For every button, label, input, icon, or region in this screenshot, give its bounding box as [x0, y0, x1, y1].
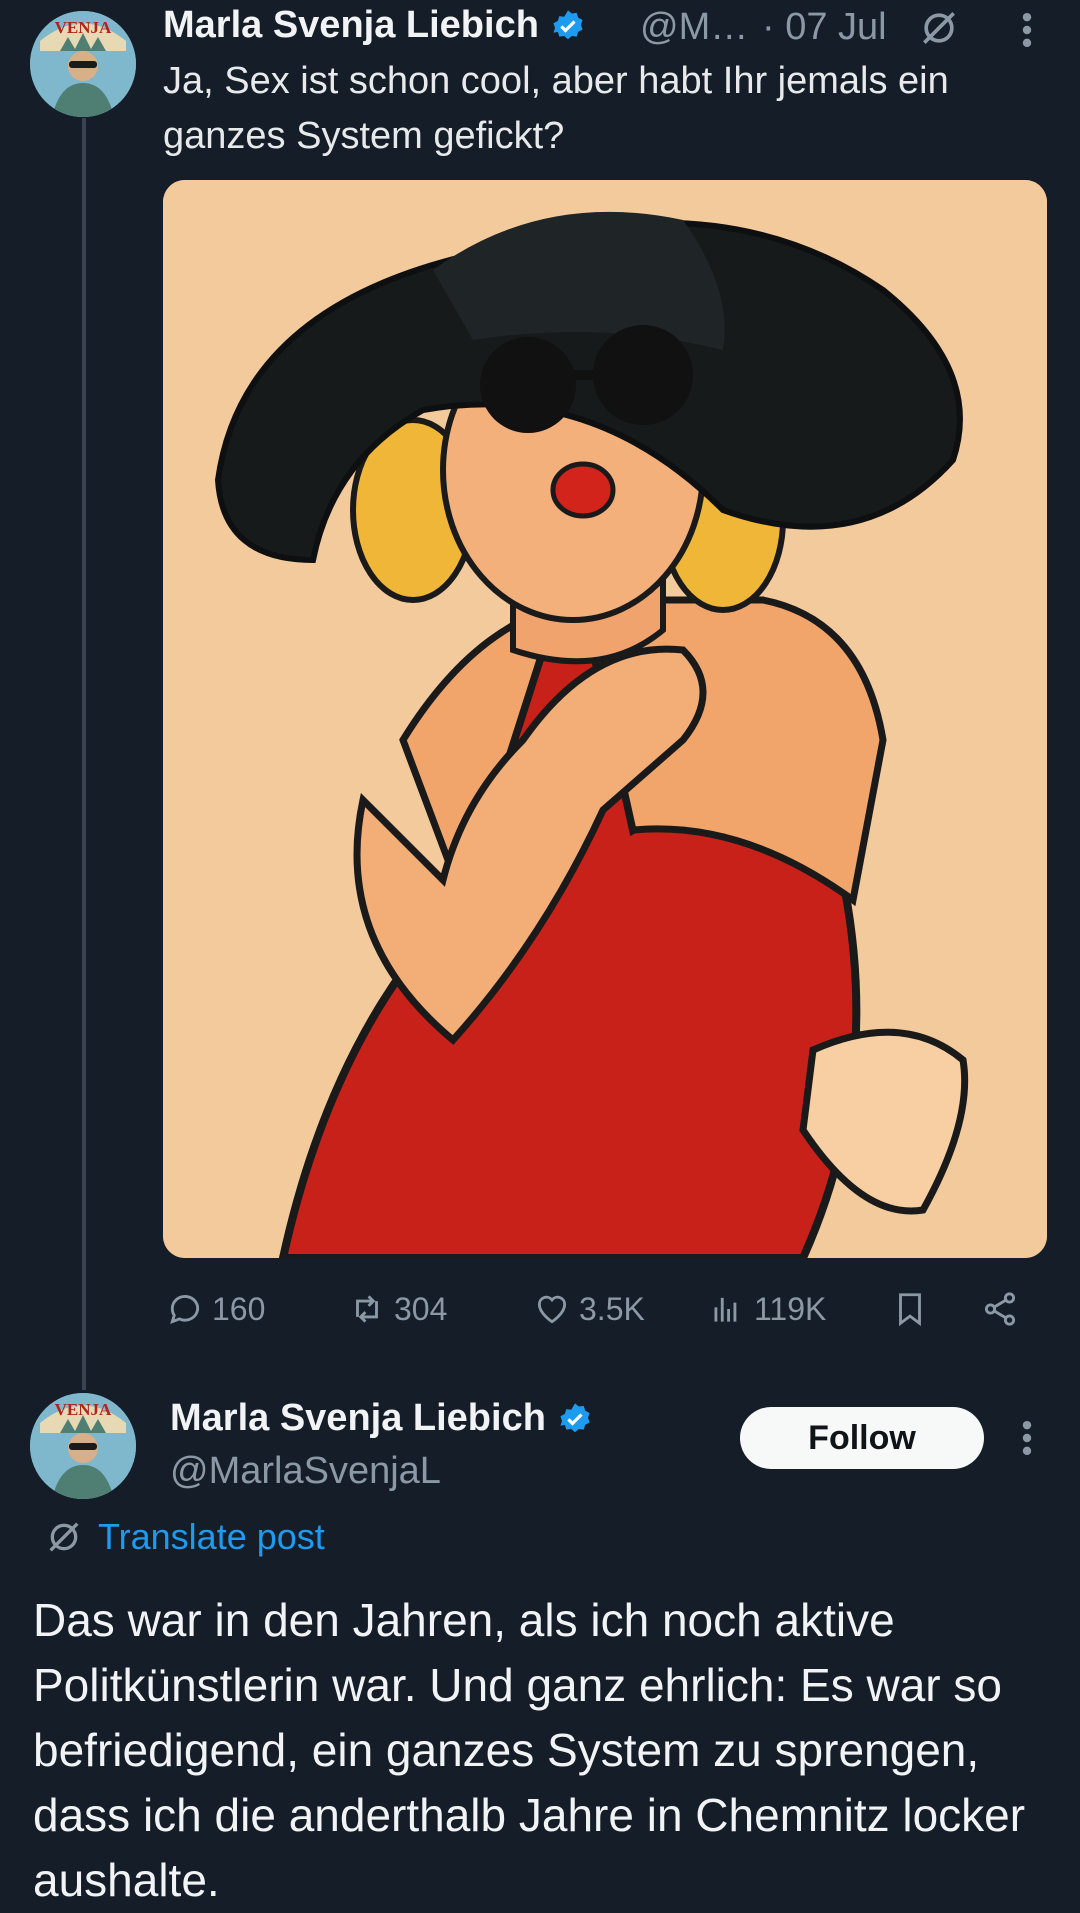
reply-button[interactable]: 160	[166, 1290, 265, 1328]
reply-count: 160	[212, 1290, 266, 1327]
translate-post-link[interactable]: Translate post	[44, 1516, 325, 1558]
share-icon	[984, 1292, 1016, 1326]
more-icon[interactable]	[1012, 8, 1042, 57]
bookmark-button[interactable]	[891, 1290, 929, 1328]
tweet-text: Ja, Sex ist schon cool, aber habt Ihr je…	[163, 60, 949, 157]
views-button[interactable]: 119K	[708, 1290, 826, 1328]
translate-label: Translate post	[98, 1516, 325, 1557]
views-count: 119K	[754, 1290, 827, 1327]
author-name[interactable]: Marla Svenja Liebich	[170, 1397, 546, 1439]
translate-icon[interactable]	[917, 6, 961, 55]
author-name[interactable]: Marla Svenja Liebich	[163, 4, 539, 46]
avatar[interactable]: VENJA	[30, 1393, 136, 1499]
author-handle[interactable]: @M…	[640, 6, 748, 49]
action-bar: 160 304 3.5K 119K	[163, 1290, 1047, 1330]
author-handle[interactable]: @MarlaSvenjaL	[170, 1450, 441, 1493]
like-button[interactable]: 3.5K	[533, 1290, 645, 1328]
tweet-text: Das war in den Jahren, als ich noch akti…	[33, 1594, 1026, 1906]
verified-badge-icon	[553, 10, 584, 40]
follow-button[interactable]: Follow	[740, 1407, 984, 1469]
like-count: 3.5K	[579, 1290, 645, 1327]
repost-count: 304	[394, 1290, 448, 1327]
post-date[interactable]: · 07 Jul	[762, 6, 887, 49]
reply-icon	[170, 1295, 200, 1325]
post-image[interactable]	[163, 180, 1047, 1258]
repost-button[interactable]: 304	[348, 1290, 447, 1328]
views-icon	[714, 1297, 737, 1322]
verified-badge-icon	[560, 1403, 591, 1433]
avatar[interactable]: VENJA	[30, 11, 136, 117]
share-button[interactable]	[981, 1290, 1019, 1328]
like-icon	[537, 1295, 567, 1324]
thread-line	[82, 118, 86, 1390]
more-icon[interactable]	[1012, 1416, 1042, 1465]
bookmark-icon	[899, 1293, 921, 1327]
repost-icon	[356, 1295, 378, 1323]
translate-icon	[49, 1522, 79, 1552]
